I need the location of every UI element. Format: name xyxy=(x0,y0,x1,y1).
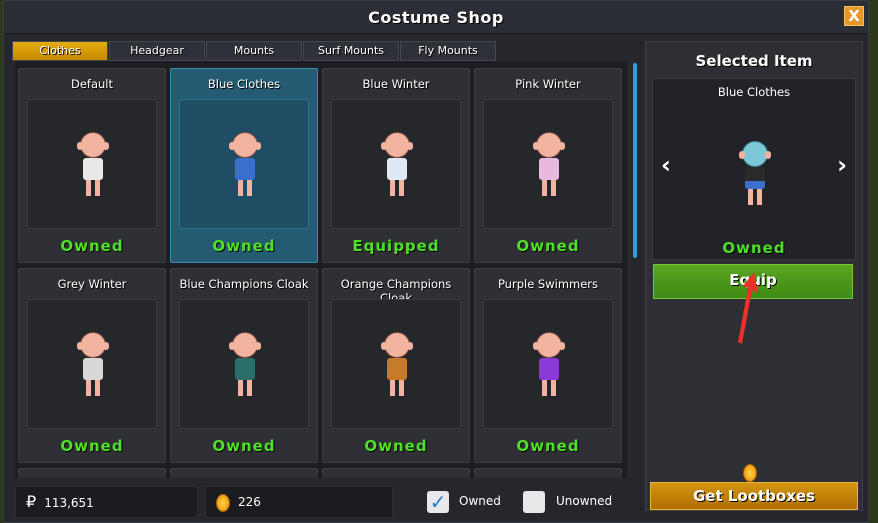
tab-headgear[interactable]: Headgear xyxy=(109,41,205,61)
character-sprite xyxy=(531,132,567,198)
costume-name: Blue Winter xyxy=(362,77,430,91)
costume-status: Owned xyxy=(364,437,428,455)
money-balance: ₽113,651 xyxy=(15,486,198,518)
character-sprite xyxy=(227,332,263,398)
red-arrow-annotation-icon xyxy=(738,272,758,344)
selected-item-name: Blue Clothes xyxy=(717,85,791,99)
costume-preview xyxy=(483,99,613,229)
costume-card[interactable] xyxy=(474,468,622,478)
unowned-label: Unowned xyxy=(556,494,613,508)
character-sprite xyxy=(227,132,263,198)
character-sprite xyxy=(75,132,111,198)
costume-name: Blue Clothes xyxy=(207,77,281,91)
tab-surf-mounts[interactable]: Surf Mounts xyxy=(303,41,399,61)
costume-preview xyxy=(331,299,461,429)
window-title: Costume Shop xyxy=(4,1,868,34)
coin-icon xyxy=(743,464,757,482)
costume-card[interactable]: Purple Swimmers Owned xyxy=(474,268,622,463)
costume-card[interactable]: Blue Champions Cloak Owned xyxy=(170,268,318,463)
next-arrow-icon[interactable]: › xyxy=(837,151,847,179)
selected-character-sprite xyxy=(737,141,773,207)
costume-status: Owned xyxy=(516,237,580,255)
tab-fly-mounts[interactable]: Fly Mounts xyxy=(400,41,496,61)
coin-value: 226 xyxy=(238,495,261,509)
costume-preview xyxy=(27,99,157,229)
costume-card[interactable]: Orange Champions Cloak Owned xyxy=(322,268,470,463)
character-sprite xyxy=(531,332,567,398)
costume-preview xyxy=(27,299,157,429)
get-lootboxes-button[interactable]: Get Lootboxes xyxy=(650,482,858,510)
costume-status: Equipped xyxy=(352,237,440,255)
costume-status: Owned xyxy=(212,237,276,255)
owned-checkbox[interactable]: ✓ xyxy=(427,491,449,513)
costume-card[interactable]: Pink Winter Owned xyxy=(474,68,622,263)
character-sprite xyxy=(379,332,415,398)
costume-status: Owned xyxy=(60,437,124,455)
items-grid: Default Owned Blue Clothes Owned Blue Winter… xyxy=(15,61,627,478)
character-sprite xyxy=(75,332,111,398)
costume-shop-window: Costume Shop X Clothes Headgear Mounts Surf… xyxy=(3,0,869,523)
costume-card[interactable] xyxy=(170,468,318,478)
costume-status: Owned xyxy=(516,437,580,455)
costume-name: Pink Winter xyxy=(515,77,581,91)
costume-card[interactable] xyxy=(322,468,470,478)
costume-status: Owned xyxy=(212,437,276,455)
close-button[interactable]: X xyxy=(844,6,864,26)
tab-clothes[interactable]: Clothes xyxy=(12,41,108,61)
money-value: 113,651 xyxy=(44,496,94,510)
selected-item-status: Owned xyxy=(722,239,786,257)
costume-card[interactable] xyxy=(18,468,166,478)
costume-card[interactable]: Grey Winter Owned xyxy=(18,268,166,463)
costume-card[interactable]: Blue Clothes Owned xyxy=(170,68,318,263)
coin-icon xyxy=(216,493,230,512)
costume-preview xyxy=(179,299,309,429)
costume-name: Blue Champions Cloak xyxy=(179,277,309,291)
costume-preview xyxy=(483,299,613,429)
selected-item-preview: Blue Clothes ‹ › Owned xyxy=(652,78,856,260)
costume-name: Purple Swimmers xyxy=(497,277,599,291)
scrollbar[interactable] xyxy=(633,63,637,258)
selected-item-title: Selected Item xyxy=(695,52,813,70)
costume-name: Grey Winter xyxy=(57,277,127,291)
ruble-icon: ₽ xyxy=(26,492,37,511)
costume-name: Default xyxy=(70,77,114,91)
costume-card[interactable]: Blue Winter Equipped xyxy=(322,68,470,263)
tab-mounts[interactable]: Mounts xyxy=(206,41,302,61)
character-sprite xyxy=(379,132,415,198)
coin-balance: 226 xyxy=(205,486,393,518)
previous-arrow-icon[interactable]: ‹ xyxy=(661,151,671,179)
costume-preview xyxy=(331,99,461,229)
owned-label: Owned xyxy=(459,494,501,508)
costume-card[interactable]: Default Owned xyxy=(18,68,166,263)
costume-preview xyxy=(179,99,309,229)
unowned-checkbox[interactable] xyxy=(523,491,545,513)
selected-item-panel: Selected Item Blue Clothes ‹ › Owned Equ… xyxy=(645,41,863,511)
costume-status: Owned xyxy=(60,237,124,255)
